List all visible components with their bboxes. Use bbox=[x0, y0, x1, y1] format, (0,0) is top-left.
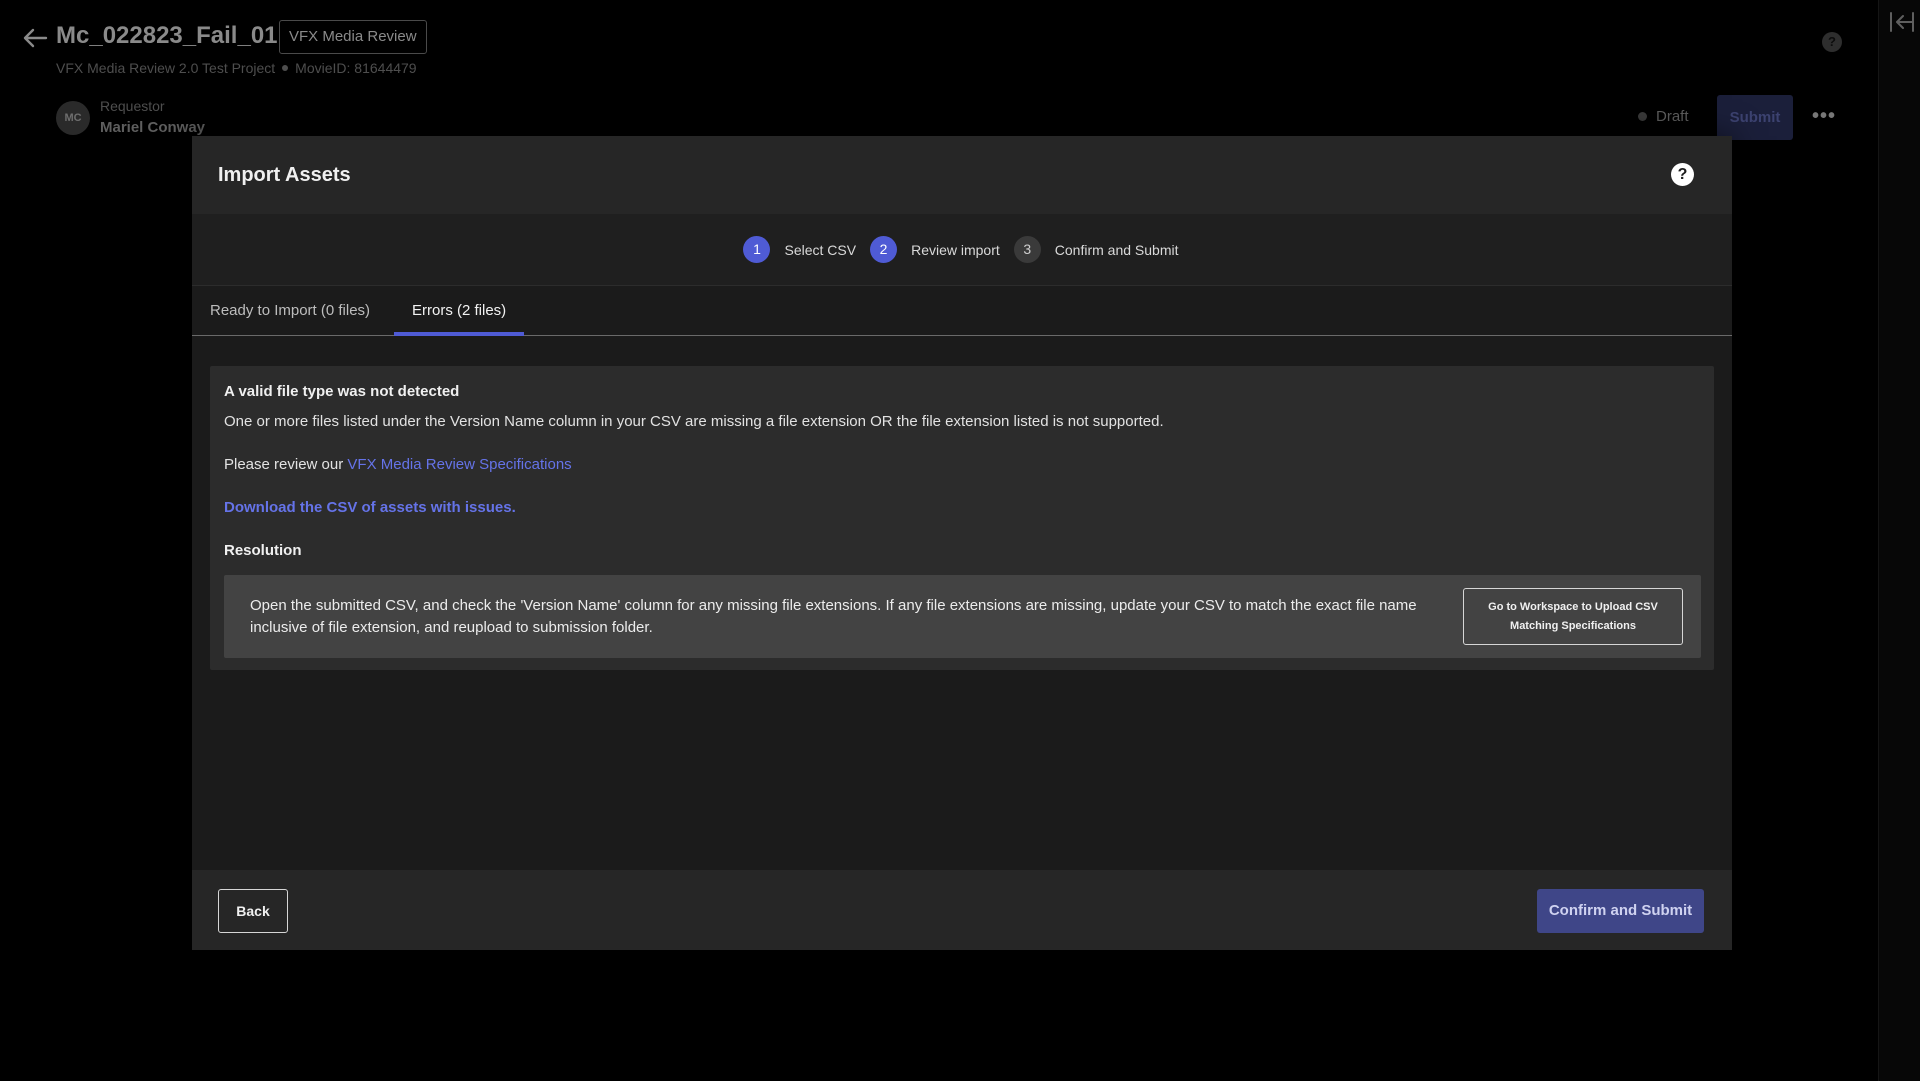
back-button[interactable]: Back bbox=[218, 889, 288, 933]
error-title: A valid file type was not detected bbox=[224, 383, 460, 400]
status-label: Draft bbox=[1656, 108, 1689, 125]
confirm-and-submit-button[interactable]: Confirm and Submit bbox=[1537, 889, 1704, 933]
step-number: 1 bbox=[743, 236, 771, 263]
arrow-left-icon[interactable] bbox=[22, 26, 48, 50]
step-label: Select CSV bbox=[784, 241, 857, 258]
stepper: 1 Select CSV 2 Review import 3 Confirm a… bbox=[192, 214, 1732, 286]
resolution-box: Open the submitted CSV, and check the 'V… bbox=[224, 575, 1701, 658]
modal-footer: Back Confirm and Submit bbox=[192, 870, 1732, 950]
status-dot bbox=[1638, 112, 1647, 121]
requestor-label: Requestor bbox=[100, 98, 165, 114]
movie-id: MovieID: 81644479 bbox=[295, 60, 417, 76]
requestor-name: Mariel Conway bbox=[100, 119, 206, 136]
more-horizontal-icon[interactable]: ••• bbox=[1810, 104, 1838, 132]
project-name: VFX Media Review 2.0 Test Project bbox=[56, 60, 276, 76]
project-subline: VFX Media Review 2.0 Test Project MovieI… bbox=[56, 60, 417, 76]
help-icon[interactable]: ? bbox=[1671, 163, 1694, 186]
separator-dot bbox=[282, 65, 289, 71]
tab-ready-to-import[interactable]: Ready to Import (0 files) bbox=[192, 286, 388, 336]
right-rail bbox=[1878, 0, 1920, 1081]
page-title: Mc_022823_Fail_01 bbox=[56, 22, 278, 49]
modal-header: Import Assets ? bbox=[192, 136, 1732, 214]
help-icon[interactable]: ? bbox=[1822, 32, 1842, 52]
avatar: MC bbox=[56, 101, 90, 135]
specifications-link[interactable]: VFX Media Review Specifications bbox=[347, 456, 571, 473]
step-review-import: 2 Review import bbox=[870, 236, 1000, 263]
review-prefix: Please review our bbox=[224, 456, 348, 473]
submit-button[interactable]: Submit bbox=[1717, 95, 1793, 140]
step-label: Confirm and Submit bbox=[1054, 241, 1179, 258]
error-description: One or more files listed under the Versi… bbox=[224, 413, 1164, 430]
go-to-workspace-button[interactable]: Go to Workspace to Upload CSV Matching S… bbox=[1463, 588, 1683, 645]
import-assets-modal: Import Assets ? 1 Select CSV 2 Review im… bbox=[192, 136, 1732, 950]
resolution-title: Resolution bbox=[224, 542, 302, 559]
status-badge: Draft bbox=[1638, 108, 1689, 125]
step-select-csv: 1 Select CSV bbox=[743, 236, 856, 263]
project-tag: VFX Media Review bbox=[279, 20, 427, 54]
step-confirm-submit: 3 Confirm and Submit bbox=[1013, 236, 1179, 263]
tab-errors[interactable]: Errors (2 files) bbox=[394, 286, 525, 336]
modal-title: Import Assets bbox=[218, 164, 351, 186]
resolution-text: Open the submitted CSV, and check the 'V… bbox=[250, 597, 1417, 636]
download-csv-link[interactable]: Download the CSV of assets with issues. bbox=[224, 499, 516, 516]
tab-bar: Ready to Import (0 files) Errors (2 file… bbox=[192, 286, 1732, 336]
step-number: 3 bbox=[1013, 236, 1041, 263]
step-label: Review import bbox=[911, 241, 1000, 258]
error-panel: A valid file type was not detected One o… bbox=[210, 366, 1714, 670]
collapse-panel-icon[interactable] bbox=[1888, 10, 1916, 34]
review-specs-text: Please review our VFX Media Review Speci… bbox=[224, 456, 572, 473]
step-number: 2 bbox=[870, 236, 898, 263]
